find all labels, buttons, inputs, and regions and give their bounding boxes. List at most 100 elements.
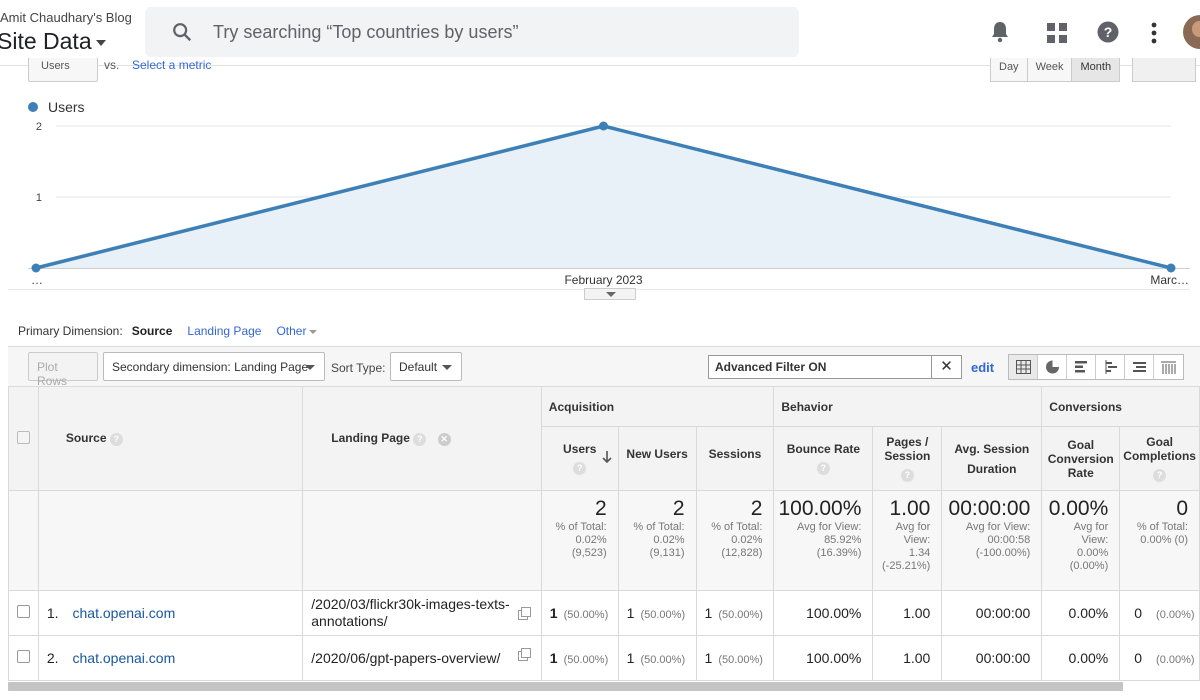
help-icon[interactable]: ?	[1153, 468, 1167, 482]
remove-dimension-icon[interactable]: ✕	[437, 432, 451, 446]
select-metric-link[interactable]: Select a metric	[132, 58, 211, 72]
open-link-icon[interactable]	[517, 648, 531, 661]
goal-conversion-rate-header[interactable]: Goal Conversion Rate	[1041, 426, 1121, 491]
pages-session-header[interactable]: Pages / Session?	[872, 426, 943, 491]
primary-dimension-label: Primary Dimension:	[18, 324, 123, 338]
account-name[interactable]: Amit Chaudhary's Blog	[0, 10, 132, 25]
range-week[interactable]: Week	[1027, 58, 1073, 81]
landing-page-header[interactable]: Landing Page ? ✕	[302, 386, 542, 491]
pages-session-cell: 1.00	[872, 635, 943, 681]
select-all-cell	[8, 386, 39, 491]
goal-conversion-rate-header-label: Goal Conversion Rate	[1047, 437, 1114, 480]
users-cell: 1 (50.00%)	[540, 590, 619, 636]
primary-dimension: Primary Dimension: Source Landing Page O…	[18, 324, 318, 338]
goal-completions-total-value: 0	[1176, 497, 1188, 520]
dimension-other[interactable]: Other	[276, 324, 318, 338]
help-icon[interactable]: ?	[1097, 21, 1119, 43]
term-cloud-icon	[1133, 362, 1146, 372]
dimension-source[interactable]: Source	[132, 324, 173, 338]
collapse-chart-button[interactable]	[584, 288, 636, 300]
new-users-total: 2% of Total: 0.02% (9,131)	[617, 490, 697, 591]
total-note: % of Total:	[633, 521, 685, 533]
acquisition-group-header: Acquisition	[540, 386, 775, 427]
row-index: 2.	[46, 650, 59, 666]
sort-type-select[interactable]: Default	[390, 352, 462, 381]
view-data-button[interactable]	[1009, 355, 1038, 379]
range-day[interactable]: Day	[991, 58, 1028, 81]
avatar[interactable]	[1183, 15, 1200, 49]
secondary-dimension-select[interactable]: Secondary dimension: Landing Page	[103, 352, 325, 381]
edit-filter-link[interactable]: edit	[971, 360, 994, 375]
metric-selector[interactable]: Users	[28, 58, 98, 82]
bounce-rate-header-label: Bounce Rate	[786, 442, 861, 457]
totals-empty-cell	[302, 490, 542, 591]
sessions-cell: 1 (50.00%)	[695, 635, 775, 681]
open-link-icon[interactable]	[517, 607, 531, 620]
dimension-landing-page[interactable]: Landing Page	[187, 324, 261, 338]
sort-type-value: Default	[399, 360, 438, 374]
more-vert-icon[interactable]	[1150, 22, 1158, 44]
users-percent: (50.00%)	[563, 609, 609, 621]
table-view-switcher	[1008, 354, 1184, 380]
goal-completions-header[interactable]: Goal Completions?	[1119, 426, 1200, 491]
select-all-checkbox[interactable]	[16, 430, 30, 444]
table-row[interactable]: 1. chat.openai.com /2020/03/flickr30k-ima…	[8, 590, 1200, 636]
table-row[interactable]: 2. chat.openai.com /2020/06/gpt-papers-ov…	[8, 635, 1200, 681]
sort-desc-arrow-icon	[602, 451, 612, 463]
view-term-cloud-button[interactable]	[1125, 355, 1154, 379]
bounce-rate-cell: 100.00%	[773, 635, 874, 681]
apps-grid-icon[interactable]	[1046, 22, 1068, 44]
range-month[interactable]: Month	[1072, 58, 1120, 81]
horizontal-scrollbar[interactable]	[8, 682, 1123, 691]
total-note: Avg for	[1073, 521, 1109, 533]
view-pivot-button[interactable]	[1154, 355, 1183, 379]
new-users-header[interactable]: New Users	[617, 426, 697, 491]
x-tick-label: February 2023	[564, 273, 642, 287]
landing-page-value: /2020/03/flickr30k-images-texts-annotati…	[311, 596, 510, 629]
help-icon[interactable]: ?	[900, 468, 914, 482]
source-header[interactable]: Source ?	[37, 386, 304, 491]
advanced-filter-field[interactable]: Advanced Filter ON ✕	[708, 355, 962, 379]
table-icon	[1016, 360, 1031, 374]
sessions-header[interactable]: Sessions	[695, 426, 775, 491]
caret-down-icon	[305, 365, 315, 370]
row-checkbox[interactable]	[16, 650, 30, 663]
users-cell: 1 (50.00%)	[540, 635, 619, 681]
search-bar[interactable]: Try searching “Top countries by users”	[145, 7, 799, 57]
source-link[interactable]: chat.openai.com	[73, 650, 176, 666]
pages-session-header-label: Pages / Session	[884, 435, 931, 464]
view-percentage-button[interactable]	[1038, 355, 1067, 379]
goal-conversion-rate-cell: 0.00%	[1041, 590, 1121, 636]
landing-page-cell: /2020/03/flickr30k-images-texts-annotati…	[302, 590, 542, 636]
help-icon[interactable]: ?	[413, 432, 427, 446]
help-icon[interactable]: ?	[109, 432, 123, 446]
help-icon[interactable]: ?	[816, 461, 830, 475]
users-total: 2% of Total: 0.02% (9,523)	[540, 490, 619, 591]
total-note: 0.02%	[575, 534, 607, 546]
view-performance-button[interactable]	[1067, 355, 1096, 379]
clear-filter-icon[interactable]: ✕	[931, 356, 961, 378]
bounce-rate-cell: 100.00%	[773, 590, 874, 636]
avg-session-duration-header-label: Avg. Session Duration	[954, 441, 1030, 476]
users-header[interactable]: Users?	[540, 426, 619, 491]
row-checkbox[interactable]	[16, 605, 30, 618]
chart-view-toggle[interactable]	[1132, 58, 1196, 82]
conversions-group-header: Conversions	[1041, 386, 1200, 427]
bell-icon[interactable]	[989, 20, 1011, 44]
plot-rows-button[interactable]: Plot Rows	[28, 352, 98, 388]
landing-page-value: /2020/06/gpt-papers-overview/	[311, 650, 501, 666]
data-point	[599, 121, 608, 131]
source-link[interactable]: chat.openai.com	[73, 605, 176, 621]
users-value: 1	[549, 650, 558, 666]
property-selector[interactable]: Site Data	[0, 28, 106, 55]
total-note: 0.00%	[1077, 547, 1109, 559]
help-icon[interactable]: ?	[573, 461, 587, 475]
bounce-rate-header[interactable]: Bounce Rate?	[773, 426, 874, 491]
total-note: Avg for	[895, 521, 931, 533]
search-input[interactable]: Try searching “Top countries by users”	[213, 22, 518, 43]
view-comparison-button[interactable]	[1096, 355, 1125, 379]
sessions-total-value: 2	[750, 497, 763, 520]
avg-session-duration-header[interactable]: Avg. Session Duration	[941, 426, 1043, 491]
totals-empty-cell	[37, 490, 304, 591]
y-tick-label: 2	[36, 121, 42, 133]
